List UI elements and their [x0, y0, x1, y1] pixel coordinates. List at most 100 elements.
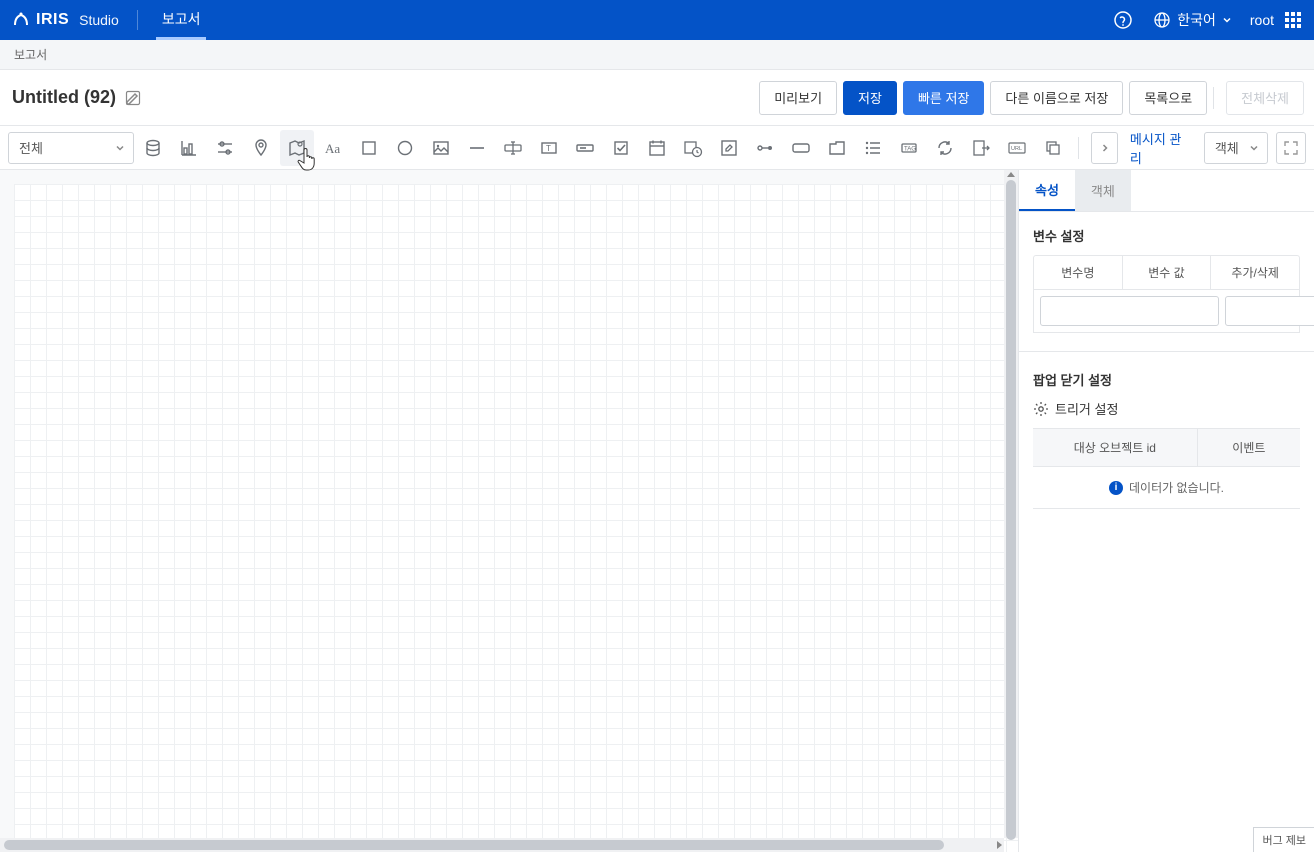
divider: [1078, 137, 1079, 159]
tool-tab[interactable]: [820, 130, 854, 166]
object-select[interactable]: 객체: [1204, 132, 1268, 164]
save-as-button[interactable]: 다른 이름으로 저장: [990, 81, 1123, 115]
bar-chart-icon: [179, 138, 199, 158]
section-popup-close: 팝업 닫기 설정: [1033, 370, 1300, 389]
line-icon: [467, 138, 487, 158]
copy-icon: [1043, 138, 1063, 158]
tool-timepicker[interactable]: [676, 130, 710, 166]
language-selector[interactable]: 한국어: [1153, 10, 1232, 30]
save-button[interactable]: 저장: [843, 81, 897, 115]
tool-chart[interactable]: [172, 130, 206, 166]
horizontal-scroll-thumb[interactable]: [4, 840, 944, 850]
tool-container[interactable]: [784, 130, 818, 166]
logo-icon: [12, 11, 30, 29]
user-label[interactable]: root: [1250, 12, 1274, 28]
tool-text[interactable]: Aa: [316, 130, 350, 166]
variable-name-input[interactable]: [1040, 296, 1219, 326]
rectangle-icon: [359, 138, 379, 158]
url-icon: URL: [1007, 138, 1027, 158]
chevron-down-icon: [1249, 143, 1259, 153]
breadcrumb-item[interactable]: 보고서: [14, 46, 47, 63]
scroll-up-arrow-icon[interactable]: [1007, 172, 1015, 177]
tool-tag[interactable]: TAG: [892, 130, 926, 166]
tool-button[interactable]: [568, 130, 602, 166]
title-bar: Untitled (92) 미리보기 저장 빠른 저장 다른 이름으로 저장 목…: [0, 70, 1314, 126]
col-variable-name: 변수명: [1034, 256, 1123, 289]
object-select-value: 객체: [1215, 138, 1239, 157]
apps-button[interactable]: [1284, 11, 1302, 29]
quick-save-button[interactable]: 빠른 저장: [903, 81, 984, 115]
tab-objects[interactable]: 객체: [1075, 170, 1131, 211]
tool-line[interactable]: [460, 130, 494, 166]
tool-toggle[interactable]: [748, 130, 782, 166]
location-pin-icon: [251, 138, 271, 158]
filter-select-value: 전체: [19, 138, 43, 157]
variable-value-input[interactable]: [1225, 296, 1314, 326]
toggle-icon: [755, 138, 775, 158]
empty-text: 데이터가 없습니다.: [1129, 479, 1224, 496]
scroll-right-arrow-icon[interactable]: [997, 841, 1002, 849]
filter-select[interactable]: 전체: [8, 132, 134, 164]
horizontal-scrollbar[interactable]: [0, 838, 1004, 852]
canvas-grid[interactable]: [14, 184, 1018, 852]
divider: [1213, 87, 1214, 109]
tool-datepicker[interactable]: [640, 130, 674, 166]
svg-text:URL: URL: [1011, 146, 1022, 152]
tab-properties[interactable]: 속성: [1019, 170, 1075, 211]
calendar-clock-icon: [683, 138, 703, 158]
fullscreen-button[interactable]: [1276, 132, 1306, 164]
export-icon: [971, 138, 991, 158]
tool-image[interactable]: [424, 130, 458, 166]
logo-brand: IRIS: [36, 11, 69, 29]
logo-sub: Studio: [79, 12, 119, 28]
preview-button[interactable]: 미리보기: [759, 81, 837, 115]
tool-slider[interactable]: [208, 130, 242, 166]
tool-list[interactable]: [856, 130, 890, 166]
tool-export[interactable]: [964, 130, 998, 166]
checkbox-icon: [611, 138, 631, 158]
trigger-table-header: 대상 오브젝트 id 이벤트: [1033, 428, 1300, 467]
tool-textbox[interactable]: T: [532, 130, 566, 166]
help-button[interactable]: [1107, 4, 1139, 36]
tool-rect[interactable]: [352, 130, 386, 166]
textbox-icon: T: [539, 138, 559, 158]
tool-database[interactable]: [136, 130, 170, 166]
expand-icon: [1283, 140, 1299, 156]
tool-copy[interactable]: [1036, 130, 1070, 166]
to-list-button[interactable]: 목록으로: [1129, 81, 1207, 115]
globe-icon: [1153, 11, 1171, 29]
edit-square-icon: [719, 138, 739, 158]
tool-circle[interactable]: [388, 130, 422, 166]
tool-edit[interactable]: [712, 130, 746, 166]
sliders-icon: [215, 138, 235, 158]
tag-icon: TAG: [899, 138, 919, 158]
tool-refresh[interactable]: [928, 130, 962, 166]
tool-map[interactable]: [280, 130, 314, 166]
trigger-settings-button[interactable]: 트리거 설정: [1033, 399, 1300, 418]
image-icon: [431, 138, 451, 158]
variable-table-header: 변수명 변수 값 추가/삭제: [1033, 255, 1300, 290]
tool-url[interactable]: URL: [1000, 130, 1034, 166]
apps-grid-icon: [1284, 11, 1302, 29]
side-tabs: 속성 객체: [1019, 170, 1314, 212]
bug-report-button[interactable]: 버그 제보: [1253, 827, 1314, 852]
nav-tab-report[interactable]: 보고서: [156, 0, 207, 40]
chevron-down-icon: [1222, 15, 1232, 25]
tool-pin[interactable]: [244, 130, 278, 166]
toolbar-more-button[interactable]: [1091, 132, 1118, 164]
database-icon: [143, 138, 163, 158]
text-icon: Aa: [323, 138, 343, 158]
delete-all-button: 전체삭제: [1226, 81, 1304, 115]
tool-input[interactable]: [496, 130, 530, 166]
tab-icon: [827, 138, 847, 158]
rename-button[interactable]: [124, 89, 142, 107]
tool-checkbox[interactable]: [604, 130, 638, 166]
help-icon: [1113, 10, 1133, 30]
canvas-area[interactable]: [0, 170, 1018, 852]
message-manage-link[interactable]: 메시지 관리: [1130, 129, 1190, 167]
vertical-scroll-thumb[interactable]: [1006, 180, 1016, 840]
logo: IRIS Studio: [12, 11, 119, 29]
main: 속성 객체 변수 설정 변수명 변수 값 추가/삭제 − + 팝업 닫기 설정 …: [0, 170, 1314, 852]
vertical-scrollbar[interactable]: [1004, 170, 1018, 838]
side-panel: 속성 객체 변수 설정 변수명 변수 값 추가/삭제 − + 팝업 닫기 설정 …: [1018, 170, 1314, 852]
